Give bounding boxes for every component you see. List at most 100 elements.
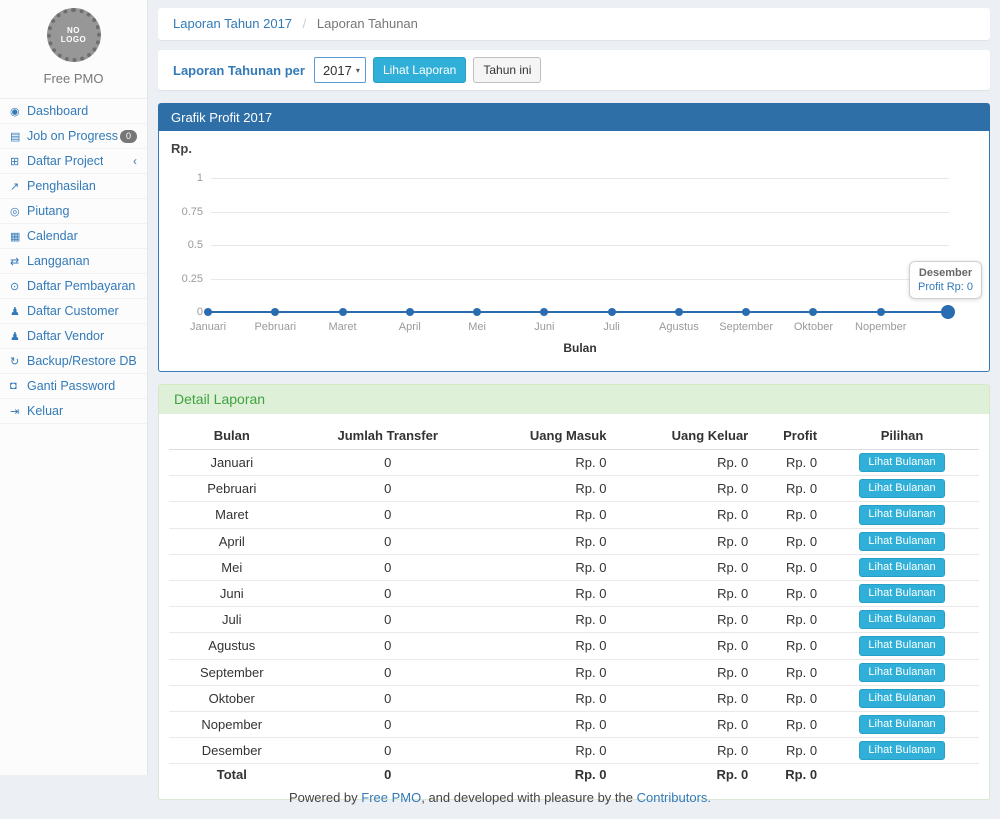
users-icon: ♟ xyxy=(10,330,27,343)
logo-area: NO LOGO Free PMO xyxy=(0,0,147,99)
cell-uang-keluar: Rp. 0 xyxy=(614,580,756,606)
data-point-april[interactable] xyxy=(406,308,414,316)
cell-jumlah-transfer: 0 xyxy=(295,450,481,476)
chevron-left-icon: ‹ xyxy=(133,154,137,168)
lihat-bulanan-button[interactable]: Lihat Bulanan xyxy=(859,558,944,577)
cell-uang-masuk: Rp. 0 xyxy=(481,607,615,633)
x-axis-tick: Juni xyxy=(509,321,579,333)
tahun-ini-button[interactable]: Tahun ini xyxy=(473,57,541,83)
chart-panel-title: Grafik Profit 2017 xyxy=(158,103,990,131)
data-point-desember[interactable] xyxy=(941,305,955,319)
sidebar-item-daftar-project[interactable]: ⊞Daftar Project‹ xyxy=(0,149,147,174)
sidebar-item-label: Daftar Pembayaran xyxy=(27,279,135,293)
lihat-bulanan-button[interactable]: Lihat Bulanan xyxy=(859,479,944,498)
tooltip-title: Desember xyxy=(918,267,973,279)
total-cell-profit: Rp. 0 xyxy=(756,764,825,786)
sidebar-item-label: Calendar xyxy=(27,229,78,243)
cell-jumlah-transfer: 0 xyxy=(295,554,481,580)
sidebar-item-label: Backup/Restore DB xyxy=(27,354,137,368)
table-row: Nopember0Rp. 0Rp. 0Rp. 0Lihat Bulanan xyxy=(169,711,979,737)
lihat-bulanan-button[interactable]: Lihat Bulanan xyxy=(859,505,944,524)
cell-jumlah-transfer: 0 xyxy=(295,502,481,528)
profit-chart-canvas[interactable]: Rp. Desember Profit Rp: 0 Bulan 00.250.5… xyxy=(158,131,990,372)
profit-line-series xyxy=(208,311,948,313)
sidebar-item-dashboard[interactable]: ◉Dashboard xyxy=(0,99,147,124)
x-axis-tick: Pebruari xyxy=(240,321,310,333)
sidebar-item-job-on-progress[interactable]: ▤Job on Progress0 xyxy=(0,124,147,149)
line-chart-icon: ↗ xyxy=(10,180,27,193)
data-point-mei[interactable] xyxy=(473,308,481,316)
cell-profit: Rp. 0 xyxy=(756,580,825,606)
cell-bulan: Agustus xyxy=(169,633,295,659)
lihat-laporan-button[interactable]: Lihat Laporan xyxy=(373,57,466,83)
sidebar-item-daftar-vendor[interactable]: ♟Daftar Vendor xyxy=(0,324,147,349)
column-header-bulan: Bulan xyxy=(169,422,295,450)
data-point-juni[interactable] xyxy=(540,308,548,316)
data-point-oktober[interactable] xyxy=(809,308,817,316)
cell-bulan: Oktober xyxy=(169,685,295,711)
cell-uang-keluar: Rp. 0 xyxy=(614,685,756,711)
cell-bulan: Juli xyxy=(169,607,295,633)
total-cell-uang-masuk: Rp. 0 xyxy=(481,764,615,786)
calendar-icon: ▦ xyxy=(10,230,27,243)
cell-bulan: Maret xyxy=(169,502,295,528)
data-point-september[interactable] xyxy=(742,308,750,316)
table-row: September0Rp. 0Rp. 0Rp. 0Lihat Bulanan xyxy=(169,659,979,685)
cell-uang-keluar: Rp. 0 xyxy=(614,528,756,554)
sidebar-item-backup-restore-db[interactable]: ↻Backup/Restore DB xyxy=(0,349,147,374)
data-point-maret[interactable] xyxy=(339,308,347,316)
breadcrumb-link[interactable]: Laporan Tahun 2017 xyxy=(173,16,292,31)
cell-uang-masuk: Rp. 0 xyxy=(481,633,615,659)
cell-uang-keluar: Rp. 0 xyxy=(614,450,756,476)
lihat-bulanan-button[interactable]: Lihat Bulanan xyxy=(859,741,944,760)
sidebar-item-label: Daftar Project xyxy=(27,154,103,168)
lihat-bulanan-button[interactable]: Lihat Bulanan xyxy=(859,663,944,682)
cell-profit: Rp. 0 xyxy=(756,450,825,476)
cell-jumlah-transfer: 0 xyxy=(295,685,481,711)
lihat-bulanan-button[interactable]: Lihat Bulanan xyxy=(859,584,944,603)
x-axis-tick: Mei xyxy=(442,321,512,333)
cell-uang-keluar: Rp. 0 xyxy=(614,738,756,764)
sidebar-item-daftar-pembayaran[interactable]: ⊙Daftar Pembayaran xyxy=(0,274,147,299)
cell-pilihan: Lihat Bulanan xyxy=(825,476,979,502)
column-header-jumlah-transfer: Jumlah Transfer xyxy=(295,422,481,450)
x-axis-tick: Agustus xyxy=(644,321,714,333)
table-row: Agustus0Rp. 0Rp. 0Rp. 0Lihat Bulanan xyxy=(169,633,979,659)
data-point-januari[interactable] xyxy=(204,308,212,316)
data-point-juli[interactable] xyxy=(608,308,616,316)
lihat-bulanan-button[interactable]: Lihat Bulanan xyxy=(859,636,944,655)
sidebar-item-penghasilan[interactable]: ↗Penghasilan xyxy=(0,174,147,199)
sidebar-item-piutang[interactable]: ◎Piutang xyxy=(0,199,147,224)
cell-profit: Rp. 0 xyxy=(756,607,825,633)
data-point-agustus[interactable] xyxy=(675,308,683,316)
data-point-pebruari[interactable] xyxy=(271,308,279,316)
money-icon: ◎ xyxy=(10,205,27,218)
report-controls: Laporan Tahunan per 2017 ▾ Lihat Laporan… xyxy=(158,50,990,90)
free-pmo-link[interactable]: Free PMO xyxy=(361,790,421,805)
cell-uang-masuk: Rp. 0 xyxy=(481,450,615,476)
year-select[interactable]: 2017 ▾ xyxy=(314,57,366,83)
tasks-icon: ▤ xyxy=(10,130,27,143)
detail-report-panel: Detail Laporan BulanJumlah TransferUang … xyxy=(158,384,990,800)
column-header-uang-keluar: Uang Keluar xyxy=(614,422,756,450)
sidebar-item-daftar-customer[interactable]: ♟Daftar Customer xyxy=(0,299,147,324)
contributors-link[interactable]: Contributors. xyxy=(637,790,711,805)
cell-uang-keluar: Rp. 0 xyxy=(614,476,756,502)
y-axis-tick: 1 xyxy=(159,172,203,184)
sidebar-item-ganti-password[interactable]: ◘Ganti Password xyxy=(0,374,147,399)
cell-pilihan: Lihat Bulanan xyxy=(825,528,979,554)
y-axis-tick: 0.5 xyxy=(159,239,203,251)
lihat-bulanan-button[interactable]: Lihat Bulanan xyxy=(859,610,944,629)
data-point-nopember[interactable] xyxy=(877,308,885,316)
lihat-bulanan-button[interactable]: Lihat Bulanan xyxy=(859,689,944,708)
cell-jumlah-transfer: 0 xyxy=(295,580,481,606)
sidebar-item-langganan[interactable]: ⇄Langganan xyxy=(0,249,147,274)
report-table: BulanJumlah TransferUang MasukUang Kelua… xyxy=(169,422,979,785)
lihat-bulanan-button[interactable]: Lihat Bulanan xyxy=(859,453,944,472)
chart-gridline xyxy=(211,245,949,246)
sidebar-item-keluar[interactable]: ⇥Keluar xyxy=(0,399,147,424)
sidebar-item-calendar[interactable]: ▦Calendar xyxy=(0,224,147,249)
x-axis-tick: September xyxy=(711,321,781,333)
lihat-bulanan-button[interactable]: Lihat Bulanan xyxy=(859,532,944,551)
lihat-bulanan-button[interactable]: Lihat Bulanan xyxy=(859,715,944,734)
